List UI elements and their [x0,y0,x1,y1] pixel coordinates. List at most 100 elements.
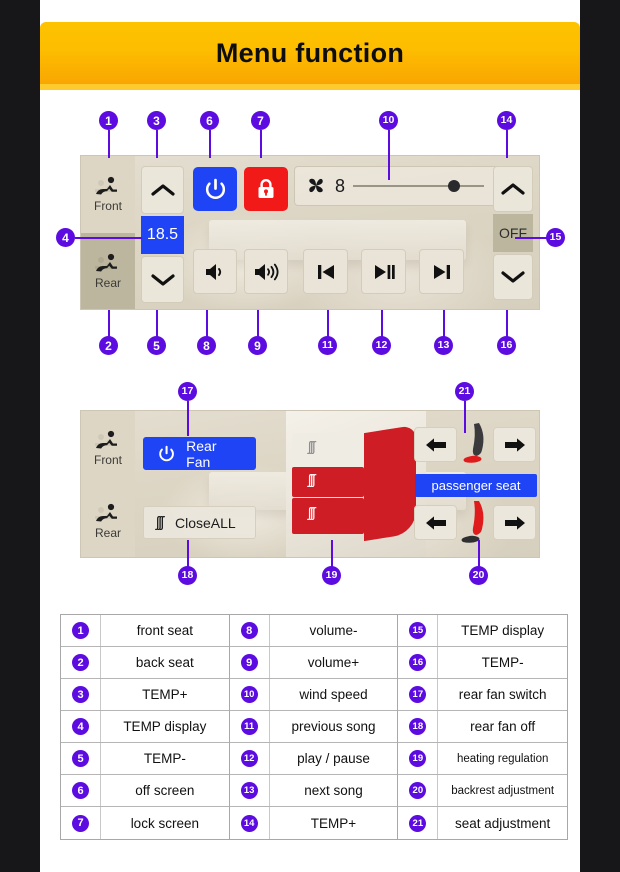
backrest-left-button[interactable] [414,427,457,462]
legend-row: 19 heating regulation [398,743,567,775]
legend-label: seat adjustment [455,815,551,831]
legend-label: front seat [136,623,193,638]
legend-label: TEMP- [481,655,524,670]
sidebar-item-rear[interactable]: Rear [81,232,135,309]
callout-6: 6 [200,111,219,130]
sidebar-item-rear[interactable]: Rear [81,484,135,557]
legend-table: 1 front seat 2 back seat 3 TEMP+ 4 TEMP display… [60,614,568,840]
temp-down-button[interactable] [141,256,184,303]
legend-number-cell: 12 [230,743,270,774]
temp-up-button[interactable] [141,166,184,214]
legend-row: 14 TEMP+ [230,807,399,839]
legend-row: 8 volume- [229,615,399,647]
rear-temp-up-button[interactable] [493,166,533,212]
callout-8: 8 [197,336,216,355]
page-title: Menu function [215,37,405,68]
callout-12-leader [381,310,383,338]
callout-15: 15 [546,228,565,247]
passenger-seat-tag[interactable]: passenger seat [415,474,537,497]
legend-number-cell: 3 [61,679,101,710]
legend-row: 16 TEMP- [398,647,567,679]
legend-number-cell: 18 [398,711,439,742]
callout-16: 16 [497,336,516,355]
legend-number-cell: 10 [230,679,270,710]
sidebar-item-front[interactable]: Front [81,411,135,484]
legend-badge: 16 [409,654,427,671]
legend-row: 2 back seat [61,647,230,679]
rear-temp-down-button[interactable] [493,254,533,300]
callout-6-leader [209,130,211,158]
legend-label: volume+ [307,655,360,670]
callout-10-leader [388,130,390,180]
previous-song-button[interactable] [303,249,348,294]
play-pause-button[interactable] [361,249,406,294]
legend-badge: 10 [240,686,258,703]
seat-icon [95,503,117,521]
legend-badge: 9 [240,654,258,671]
heat-wave-icon: ʃʃʃ [308,471,315,487]
callout-1-leader [108,130,110,158]
callout-3: 3 [147,111,166,130]
legend-label: rear fan switch [458,687,547,702]
legend-label: backrest adjustment [451,784,555,797]
banner-underline [40,84,580,90]
front-rear-tab-group: Front Rear [81,411,135,557]
legend-number-cell: 11 [230,711,270,742]
lock-screen-button[interactable] [244,167,288,211]
volume-down-button[interactable] [193,249,237,294]
legend-label: volume- [309,623,358,638]
callout-4: 4 [56,228,75,247]
legend-number-cell: 8 [230,615,270,646]
legend-label: TEMP display [461,623,545,638]
legend-number-cell: 2 [61,647,101,678]
callout-8-leader [206,310,208,338]
close-all-label: CloseALL [175,514,236,531]
legend-badge: 8 [240,622,258,639]
seat-cushion-mid [292,467,364,497]
next-song-button[interactable] [419,249,464,294]
off-screen-button[interactable] [193,167,237,211]
seat-right-button[interactable] [493,505,536,540]
legend-number-cell: 15 [398,615,439,646]
legend-number-cell: 14 [230,807,270,839]
legend-row: 18 rear fan off [398,711,567,743]
seat-shape-lower [461,501,484,543]
rear-fan-switch-button[interactable]: Rear Fan [143,437,256,470]
sidebar-item-front[interactable]: Front [81,156,135,233]
legend-badge: 5 [72,750,89,767]
legend-badge: 4 [72,718,89,735]
backrest-right-button[interactable] [493,427,536,462]
callout-20: 20 [469,566,488,585]
legend-row: 21 seat adjustment [398,807,567,839]
legend-label: play / pause [297,751,370,766]
legend-label: off screen [135,783,195,798]
seat-icon [95,177,117,195]
wind-speed-slider[interactable] [353,180,484,192]
legend-number-cell: 13 [230,775,270,806]
volume-up-button[interactable] [244,249,288,294]
legend-label: TEMP display [123,719,207,734]
main-control-panel: Front Rear 18.5 8 OFF [80,155,540,310]
seat-left-button[interactable] [414,505,457,540]
wind-speed-control[interactable]: 8 [294,166,499,206]
previous-track-icon [317,264,334,279]
chevron-up-icon [150,184,175,196]
legend-label: wind speed [299,687,368,702]
page-root: Menu function Front Rear 18.5 8 OFF ʃʃʃ … [0,0,620,872]
legend-label: TEMP+ [310,815,357,831]
arrow-left-icon [425,515,446,530]
legend-row: 20 backrest adjustment [398,775,567,807]
rear-fan-off-button[interactable]: ʃʃʃ CloseALL [143,506,256,539]
callout-15-leader [515,237,548,239]
front-rear-tab-group: Front Rear [81,156,135,309]
legend-column-3: 15 TEMP display 16 TEMP- 17 rear fan switch 18… [398,615,567,839]
wind-speed-slider-knob[interactable] [448,180,461,192]
chevron-down-icon [501,271,525,283]
legend-badge: 15 [409,622,427,639]
callout-7: 7 [251,111,270,130]
sidebar-item-rear-label: Rear [94,275,121,290]
legend-row: 10 wind speed [229,679,399,711]
legend-badge: 6 [72,782,89,799]
legend-badge: 17 [409,686,427,703]
legend-badge: 12 [240,750,258,767]
